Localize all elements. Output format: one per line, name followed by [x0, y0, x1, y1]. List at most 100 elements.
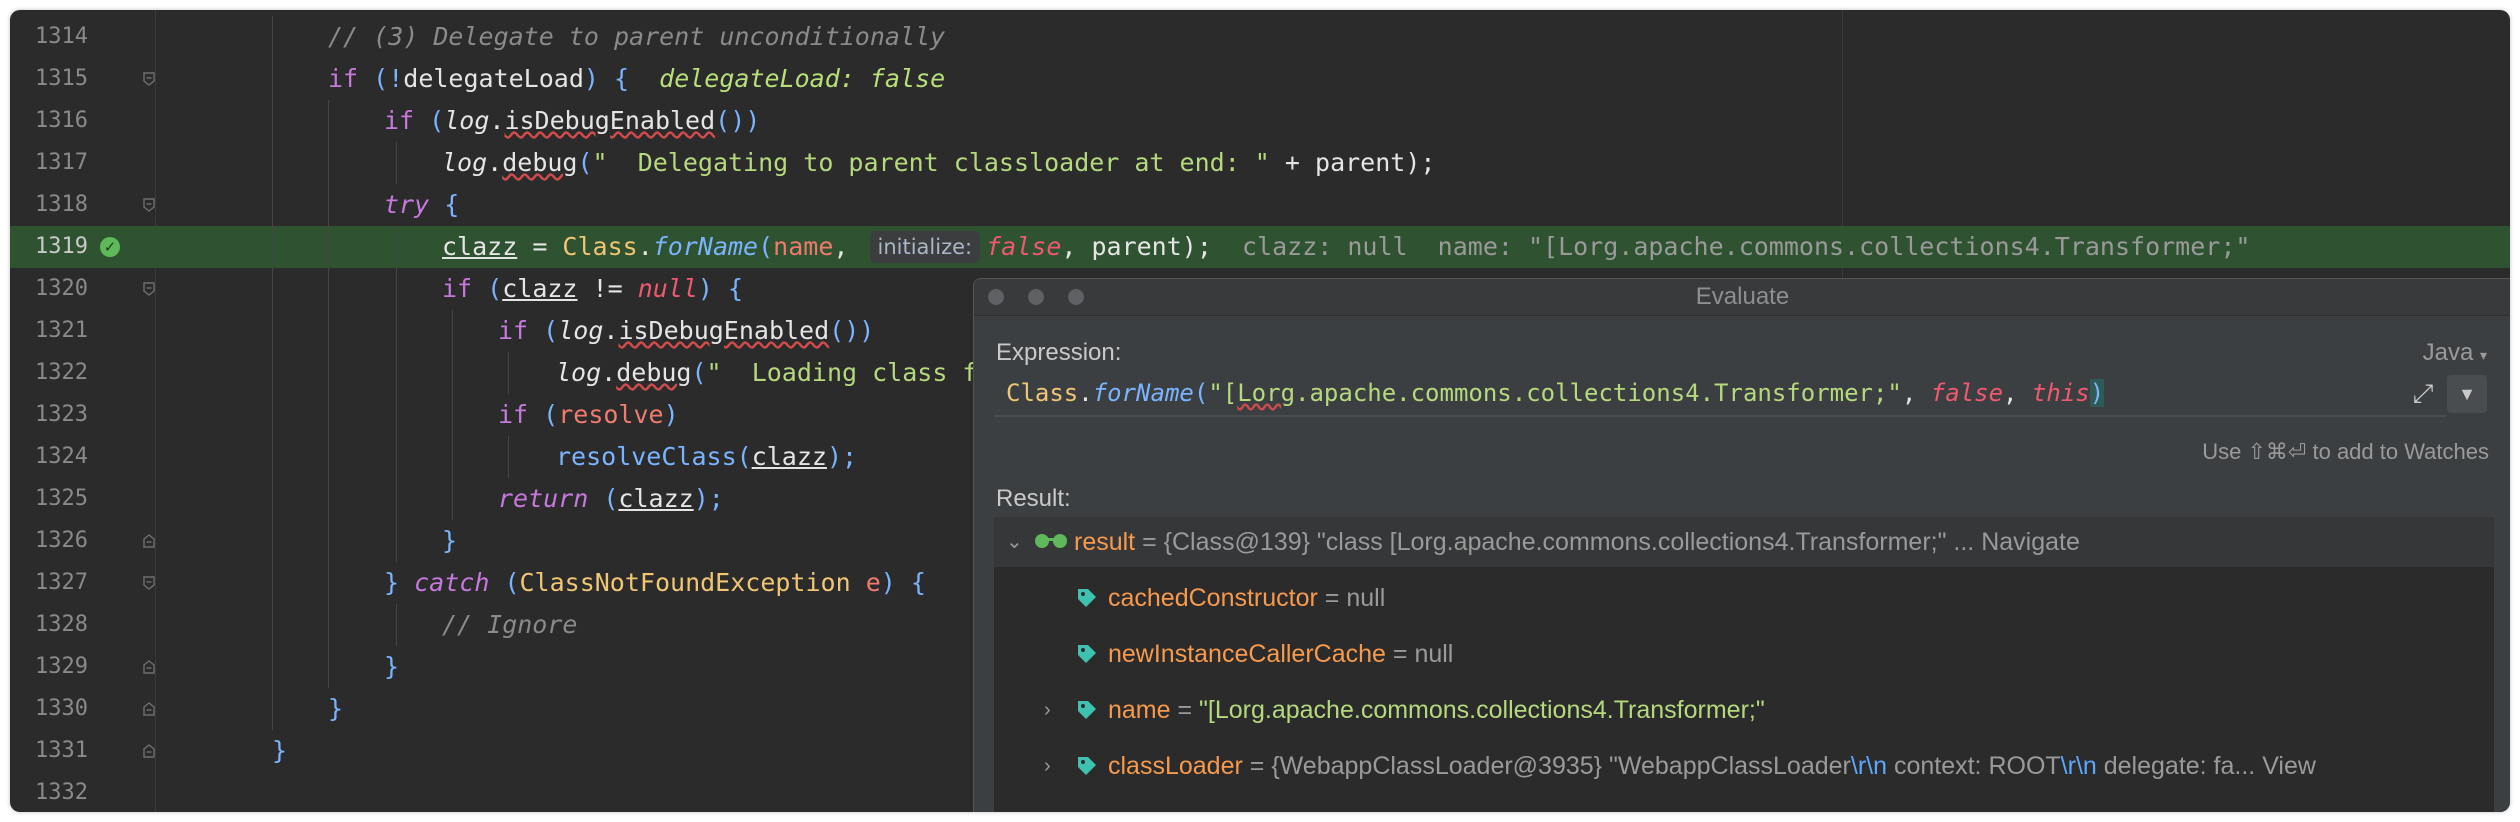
indent-guide: [272, 142, 273, 184]
indent-guide: [272, 268, 273, 310]
field-tag-icon: [1078, 589, 1096, 607]
code-text: try {: [384, 190, 460, 219]
field-tag-icon: [1076, 811, 1098, 812]
code-text: // Ignore: [442, 610, 578, 639]
chevron-right-icon[interactable]: ›: [1044, 685, 1051, 735]
indent-guide: [396, 142, 397, 184]
indent-guide: [272, 436, 273, 478]
line-number: 1323: [35, 402, 88, 427]
line-number: 1328: [35, 612, 88, 637]
chevron-right-icon[interactable]: ›: [1044, 741, 1051, 791]
indent-guide: [328, 436, 329, 478]
ide-window: 1314 // (3) Delegate to parent unconditi…: [10, 10, 2510, 812]
code-line[interactable]: 1318 try {: [10, 184, 2510, 226]
code-text: log.debug(" Delegating to parent classlo…: [442, 148, 1436, 177]
navigate-link[interactable]: Navigate: [1981, 528, 2080, 556]
indent-guide: [396, 310, 397, 352]
indent-guide: [272, 352, 273, 394]
evaluate-title-bar[interactable]: Evaluate: [974, 279, 2510, 316]
expand-icon[interactable]: ⤢: [2407, 377, 2439, 409]
code-line[interactable]: 1314 // (3) Delegate to parent unconditi…: [10, 16, 2510, 58]
code-text: // (3) Delegate to parent unconditionall…: [328, 22, 946, 51]
tree-row-field[interactable]: › classLoader = {WebappClassLoader@3935}…: [994, 741, 2494, 791]
indent-guide: [272, 478, 273, 520]
indent-guide: [328, 394, 329, 436]
indent-guide: [396, 436, 397, 478]
field-tag-icon: [1078, 645, 1096, 663]
chevron-down-icon: ▾: [2479, 347, 2487, 363]
line-number: 1316: [35, 108, 88, 133]
fold-icon[interactable]: [143, 576, 155, 590]
view-link[interactable]: View: [2262, 752, 2316, 780]
line-number: 1322: [35, 360, 88, 385]
inline-debug-value: delegateLoad: false: [659, 64, 946, 93]
indent-guide: [396, 226, 397, 268]
fold-icon[interactable]: [143, 72, 155, 86]
code-text: if (resolve): [498, 400, 679, 429]
code-text: if (!delegateLoad) { delegateLoad: false: [328, 64, 946, 93]
tree-row-result[interactable]: ⌄ result = {Class@139} "class [Lorg.apac…: [994, 517, 2494, 567]
line-number: 1320: [35, 276, 88, 301]
line-number: 1332: [35, 780, 88, 805]
indent-guide: [272, 562, 273, 604]
tree-row-field[interactable]: › name = "[Lorg.apache.commons.collectio…: [994, 685, 2494, 735]
dialog-title: Evaluate: [1695, 283, 1790, 310]
language-selector[interactable]: Java ▾: [2423, 339, 2487, 367]
code-text: if (log.isDebugEnabled()): [384, 106, 761, 135]
indent-guide: [272, 394, 273, 436]
watches-hint: Use ⇧⌘⏎ to add to Watches: [2202, 439, 2489, 464]
tree-row-field[interactable]: cachedConstructor = null: [994, 573, 2494, 623]
indent-guide: [508, 436, 509, 478]
indent-guide: [328, 646, 329, 688]
history-dropdown-button[interactable]: ▼: [2447, 375, 2487, 413]
expression-text: Class.forName("[Lorg.apache.commons.coll…: [1006, 379, 2105, 407]
code-text: if (clazz != null) {: [442, 274, 744, 303]
indent-guide: [272, 226, 273, 268]
indent-guide: [272, 58, 273, 100]
indent-guide: [508, 352, 509, 394]
expression-label: Expression:: [996, 339, 1122, 366]
fold-icon[interactable]: [143, 198, 155, 212]
breakpoint-check-icon[interactable]: ✓: [100, 237, 120, 257]
fold-icon[interactable]: [143, 744, 155, 758]
indent-guide: [328, 520, 329, 562]
line-number: 1331: [35, 738, 88, 763]
code-line[interactable]: 1316 if (log.isDebugEnabled()): [10, 100, 2510, 142]
tree-row-field[interactable]: reflectionData = null: [994, 797, 2494, 812]
tree-row-field[interactable]: newInstanceCallerCache = null: [994, 629, 2494, 679]
fold-icon[interactable]: [143, 702, 155, 716]
fold-icon[interactable]: [143, 534, 155, 548]
evaluate-dialog[interactable]: Evaluate Expression: Java ▾ Class.forNam…: [973, 278, 2510, 812]
code-line[interactable]: 1315 if (!delegateLoad) { delegateLoad: …: [10, 58, 2510, 100]
code-text: }: [272, 736, 288, 765]
code-text: }: [328, 694, 344, 723]
indent-guide: [272, 16, 273, 58]
indent-guide: [452, 394, 453, 436]
indent-guide: [272, 100, 273, 142]
line-number: 1315: [35, 66, 88, 91]
indent-guide: [328, 226, 329, 268]
line-number: 1327: [35, 570, 88, 595]
fold-icon[interactable]: [143, 660, 155, 674]
indent-guide: [452, 436, 453, 478]
result-tree[interactable]: ⌄ result = {Class@139} "class [Lorg.apac…: [994, 517, 2494, 812]
chevron-down-icon[interactable]: ⌄: [1006, 517, 1023, 567]
code-text: log.debug(" Loading class fr: [556, 358, 993, 387]
indent-guide: [272, 310, 273, 352]
indent-guide: [328, 142, 329, 184]
indent-guide: [272, 184, 273, 226]
expression-input[interactable]: Class.forName("[Lorg.apache.commons.coll…: [994, 371, 2446, 417]
code-line[interactable]: 1317 log.debug(" Delegating to parent cl…: [10, 142, 2510, 184]
line-number: 1324: [35, 444, 88, 469]
code-text: return (clazz);: [498, 484, 724, 513]
result-label: Result:: [996, 485, 1071, 512]
current-execution-line[interactable]: 1319 ✓ clazz = Class.forName(name, initi…: [10, 226, 2510, 268]
fold-icon[interactable]: [143, 282, 155, 296]
indent-guide: [396, 268, 397, 310]
indent-guide: [328, 562, 329, 604]
code-text: if (log.isDebugEnabled()): [498, 316, 875, 345]
line-number: 1329: [35, 654, 88, 679]
line-number: 1326: [35, 528, 88, 553]
line-number: 1330: [35, 696, 88, 721]
watch-glasses-icon: [1035, 534, 1067, 548]
